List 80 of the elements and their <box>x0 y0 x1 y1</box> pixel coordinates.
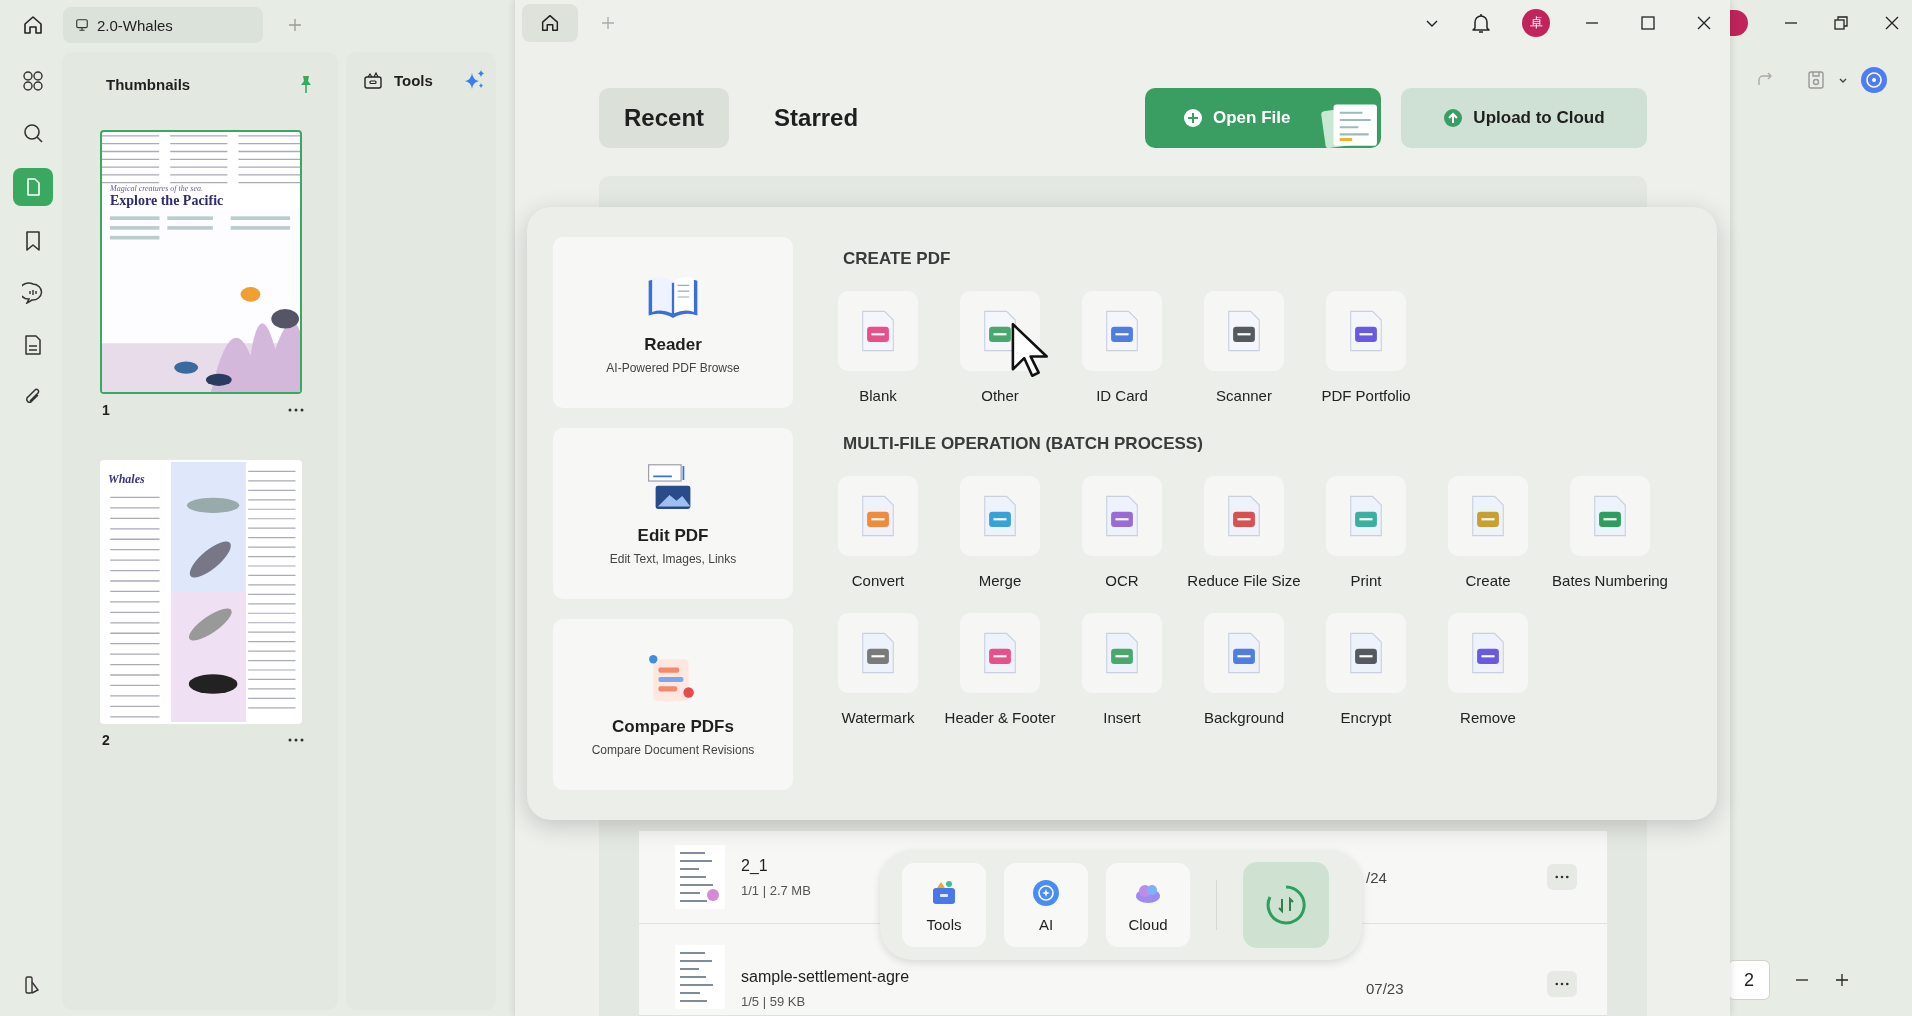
tool-label: Blank <box>859 387 897 404</box>
close-icon[interactable] <box>1883 15 1900 31</box>
pages-button[interactable] <box>13 168 53 206</box>
tool-label: Bates Numbering <box>1552 572 1668 589</box>
file-thumbnail <box>675 845 725 909</box>
tab[interactable]: Starred <box>749 88 884 148</box>
dock-button[interactable]: Cloud <box>1106 863 1190 947</box>
search-icon[interactable] <box>22 122 44 144</box>
home-button[interactable] <box>522 4 578 42</box>
home-icon <box>539 12 561 34</box>
tool-label: PDF Portfolio <box>1321 387 1411 404</box>
page-thumbnail[interactable]: Magical creatures of the sea. Explore the Pacific <box>100 130 302 394</box>
file-date: 07/23 <box>1366 980 1405 997</box>
tool-label: Merge <box>978 572 1022 589</box>
zoom-in-icon[interactable] <box>1834 972 1850 988</box>
page-subheading: Magical creatures of the sea. <box>109 184 204 193</box>
file-date: /24 <box>1366 868 1388 886</box>
ai-icon <box>1031 877 1061 908</box>
tool-label: Create <box>1465 572 1511 589</box>
page-number: 2 <box>102 732 110 748</box>
tool-label: Reduce File Size <box>1187 572 1301 589</box>
page-heading: Explore the Pacific <box>109 193 225 209</box>
document-tab[interactable]: 2.0-Whales <box>63 7 263 43</box>
tab[interactable]: Recent <box>599 88 730 148</box>
tool-label: ID Card <box>1096 387 1148 404</box>
bell-icon[interactable] <box>1470 12 1492 34</box>
page-heading: Whales <box>108 472 146 487</box>
dock-button[interactable]: AI <box>1004 863 1088 947</box>
dock-button[interactable]: Tools <box>902 863 986 947</box>
file-thumbnail <box>675 945 725 1009</box>
section-title: CREATE PDF <box>843 249 952 269</box>
tool-label: Scanner <box>1216 387 1272 404</box>
avatar[interactable]: 卓 <box>1522 9 1550 37</box>
tool-label: Convert <box>851 572 905 589</box>
tool-label: Insert <box>1103 709 1141 726</box>
home-icon[interactable] <box>21 13 45 37</box>
card-subtitle: Compare Document Revisions <box>591 742 755 757</box>
tool-button[interactable] <box>1326 613 1406 693</box>
close-icon[interactable] <box>1696 15 1712 31</box>
tool-label: Print <box>1350 572 1382 589</box>
section-title: MULTI-FILE OPERATION (BATCH PROCESS) <box>843 434 1204 454</box>
card-subtitle: AI-Powered PDF Browse <box>606 360 740 375</box>
cursor-icon <box>1009 321 1049 379</box>
upload-to-cloud-button[interactable]: Upload to Cloud <box>1401 88 1647 148</box>
maximize-icon[interactable] <box>1640 15 1656 31</box>
feature-card[interactable]: Reader AI-Powered PDF Browse <box>553 237 793 408</box>
feature-card[interactable]: Compare PDFs Compare Document Revisions <box>553 619 793 790</box>
upload-icon <box>1443 108 1464 128</box>
tool-label: Other <box>981 387 1019 404</box>
card-title: Reader <box>644 334 702 355</box>
grid-icon[interactable] <box>22 70 44 92</box>
file-name[interactable]: 2_1 <box>741 856 768 875</box>
sync-button[interactable] <box>1243 862 1329 948</box>
plus-icon <box>1183 108 1203 128</box>
ai-assistant-icon[interactable] <box>1860 66 1888 94</box>
page-field[interactable]: 2 <box>1728 960 1770 1000</box>
card-title: Compare PDFs <box>612 716 734 737</box>
tool-label: Watermark <box>841 709 915 726</box>
card-title: Edit PDF <box>637 525 709 546</box>
sync-icon <box>1264 883 1308 927</box>
file-name[interactable]: sample-settlement-agre <box>741 968 910 986</box>
card-subtitle: Edit Text, Images, Links <box>609 551 737 566</box>
panel-title: Thumbnails <box>106 75 191 93</box>
monitor-icon <box>75 18 89 32</box>
file-info: 1/1 | 2.7 MB <box>741 882 811 898</box>
comment-icon[interactable] <box>22 282 44 304</box>
tool-label: Background <box>1203 709 1285 726</box>
tool-label: Header & Footer <box>944 709 1056 726</box>
tools-button[interactable]: Tools <box>356 60 439 100</box>
file-info: 1/5 | 59 KB <box>741 994 806 1009</box>
save-icon[interactable] <box>1806 70 1826 90</box>
tool-label: OCR <box>1105 572 1139 589</box>
document-icon[interactable] <box>22 334 44 356</box>
tool-button[interactable] <box>1204 291 1284 371</box>
feature-card[interactable]: Edit PDF Edit Text, Images, Links <box>553 428 793 599</box>
tool-label: Encrypt <box>1340 709 1392 726</box>
page-thumbnail[interactable]: Whales <box>100 460 302 724</box>
page-number: 1 <box>102 402 110 418</box>
tool-label: Remove <box>1460 709 1516 726</box>
restore-icon[interactable] <box>1833 15 1850 31</box>
